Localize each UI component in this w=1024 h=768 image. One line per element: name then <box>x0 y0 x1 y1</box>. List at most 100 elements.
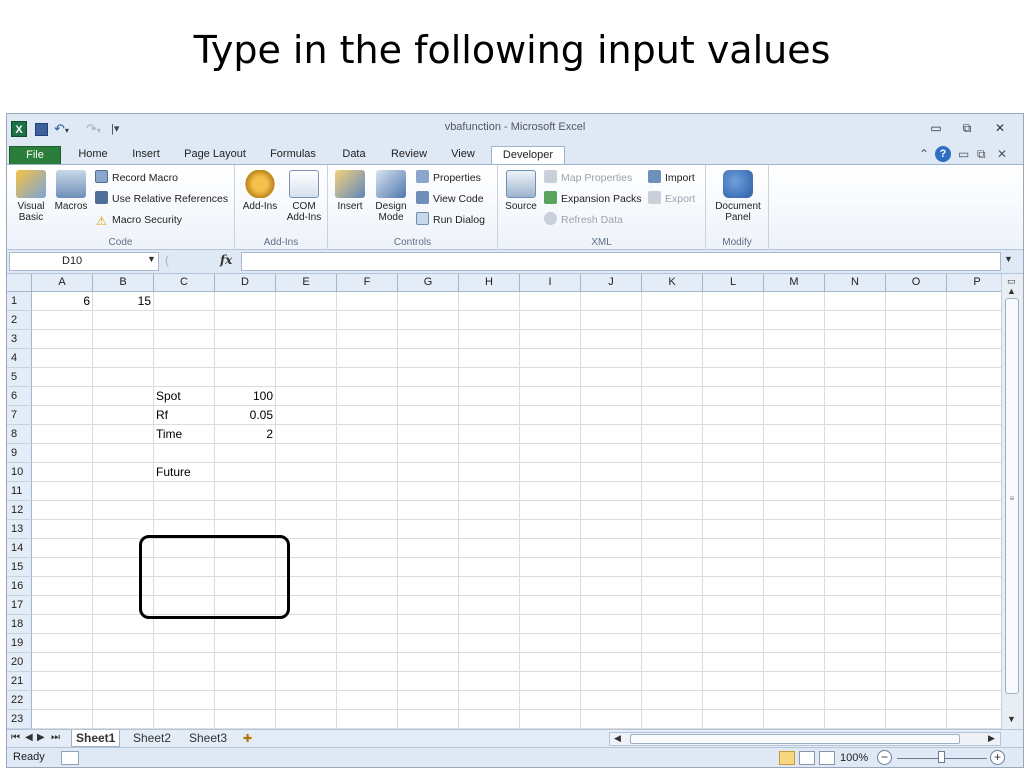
cell-c10[interactable]: Future <box>154 463 215 482</box>
cell-c6[interactable]: Spot <box>154 387 215 406</box>
help-icon[interactable]: ? <box>935 146 951 162</box>
row-header-14[interactable]: 14 <box>7 539 32 558</box>
map-properties-button[interactable]: Map Properties <box>544 169 632 187</box>
column-header-g[interactable]: G <box>398 274 459 292</box>
tab-formulas[interactable]: Formulas <box>265 146 321 164</box>
document-panel-button[interactable]: Document Panel <box>710 170 766 223</box>
column-header-n[interactable]: N <box>825 274 886 292</box>
column-header-k[interactable]: K <box>642 274 703 292</box>
minimize-window-icon[interactable]: ▭ <box>927 121 945 135</box>
cell-d8[interactable]: 2 <box>215 425 276 444</box>
sheet-tab-sheet1[interactable]: Sheet1 <box>71 730 121 747</box>
macro-security-button[interactable]: ⚠ Macro Security <box>95 211 182 229</box>
row-header-3[interactable]: 3 <box>7 330 32 349</box>
relative-references-button[interactable]: Use Relative References <box>95 190 228 208</box>
sheet-tab-sheet3[interactable]: Sheet3 <box>185 730 231 747</box>
expansion-packs-button[interactable]: Expansion Packs <box>544 190 642 208</box>
macro-recording-icon[interactable] <box>61 751 79 765</box>
row-header-15[interactable]: 15 <box>7 558 32 577</box>
prev-sheet-icon[interactable]: ◀ <box>25 732 33 743</box>
restore-window-icon[interactable]: ⧉ <box>958 121 976 136</box>
export-button[interactable]: Export <box>648 190 695 208</box>
doc-restore-icon[interactable]: ⧉ <box>977 147 986 162</box>
column-header-b[interactable]: B <box>93 274 154 292</box>
page-layout-view-icon[interactable] <box>799 751 815 765</box>
expand-formula-bar-icon[interactable]: ▼ <box>1004 254 1013 264</box>
insert-sheet-icon[interactable]: ✚ <box>243 732 252 745</box>
first-sheet-icon[interactable]: ⏮ <box>11 732 20 743</box>
column-header-l[interactable]: L <box>703 274 764 292</box>
minimize-ribbon-icon[interactable]: ⌃ <box>919 147 929 161</box>
cell-d6[interactable]: 100 <box>215 387 276 406</box>
column-header-f[interactable]: F <box>337 274 398 292</box>
scroll-right-icon[interactable]: ▶ <box>988 733 995 744</box>
zoom-in-icon[interactable]: + <box>990 750 1005 765</box>
tab-insert[interactable]: Insert <box>125 146 167 164</box>
row-header-7[interactable]: 7 <box>7 406 32 425</box>
vertical-scroll-thumb[interactable]: ≡ <box>1005 298 1019 694</box>
run-dialog-button[interactable]: Run Dialog <box>416 211 485 229</box>
last-sheet-icon[interactable]: ⏭ <box>51 732 60 743</box>
column-header-i[interactable]: I <box>520 274 581 292</box>
row-header-6[interactable]: 6 <box>7 387 32 406</box>
row-header-8[interactable]: 8 <box>7 425 32 444</box>
zoom-slider-thumb[interactable] <box>938 751 945 763</box>
column-header-a[interactable]: A <box>32 274 93 292</box>
row-header-1[interactable]: 1 <box>7 292 32 311</box>
tab-page-layout[interactable]: Page Layout <box>179 146 251 164</box>
horizontal-scrollbar[interactable]: ◀ ▶ <box>609 732 1001 746</box>
next-sheet-icon[interactable]: ▶ <box>37 732 45 743</box>
row-header-16[interactable]: 16 <box>7 577 32 596</box>
zoom-level[interactable]: 100% <box>840 752 868 764</box>
row-header-2[interactable]: 2 <box>7 311 32 330</box>
horizontal-scroll-thumb[interactable] <box>630 734 960 744</box>
tab-file[interactable]: File <box>9 146 61 164</box>
tab-home[interactable]: Home <box>73 146 113 164</box>
refresh-data-button[interactable]: Refresh Data <box>544 211 623 229</box>
worksheet-grid[interactable]: A B C D E F G H I J K L M N O P 1 2 3 4 5 6 7 8 9 10 11 12 13 14 15 16 1… <box>7 274 1001 729</box>
cell-b1[interactable]: 15 <box>93 292 154 311</box>
page-break-view-icon[interactable] <box>819 751 835 765</box>
row-header-21[interactable]: 21 <box>7 672 32 691</box>
column-header-c[interactable]: C <box>154 274 215 292</box>
visual-basic-button[interactable]: Visual Basic <box>13 170 49 223</box>
column-header-o[interactable]: O <box>886 274 947 292</box>
normal-view-icon[interactable] <box>779 751 795 765</box>
column-header-j[interactable]: J <box>581 274 642 292</box>
design-mode-button[interactable]: Design Mode <box>370 170 412 223</box>
row-header-9[interactable]: 9 <box>7 444 32 463</box>
doc-minimize-icon[interactable]: ▭ <box>958 147 969 161</box>
insert-control-button[interactable]: Insert <box>332 170 368 212</box>
row-header-5[interactable]: 5 <box>7 368 32 387</box>
row-header-12[interactable]: 12 <box>7 501 32 520</box>
vertical-scrollbar[interactable]: ▭ ▲ ≡ ▼ <box>1001 274 1023 729</box>
close-window-icon[interactable]: ✕ <box>991 121 1009 135</box>
column-header-h[interactable]: H <box>459 274 520 292</box>
insert-function-icon[interactable]: fx <box>220 253 232 267</box>
macros-button[interactable]: Macros <box>51 170 91 212</box>
cell-c7[interactable]: Rf <box>154 406 215 425</box>
column-header-d[interactable]: D <box>215 274 276 292</box>
row-header-20[interactable]: 20 <box>7 653 32 672</box>
scroll-left-icon[interactable]: ◀ <box>614 733 621 744</box>
cell-a1[interactable]: 6 <box>32 292 93 311</box>
tab-developer[interactable]: Developer <box>491 146 565 165</box>
name-box[interactable]: D10 <box>9 252 159 271</box>
tab-data[interactable]: Data <box>335 146 373 164</box>
com-addins-button[interactable]: COM Add-Ins <box>283 170 325 223</box>
name-box-dropdown-icon[interactable]: ▼ <box>147 254 156 264</box>
column-header-m[interactable]: M <box>764 274 825 292</box>
tab-review[interactable]: Review <box>385 146 433 164</box>
row-header-22[interactable]: 22 <box>7 691 32 710</box>
column-header-e[interactable]: E <box>276 274 337 292</box>
properties-button[interactable]: Properties <box>416 169 481 187</box>
doc-close-icon[interactable]: ✕ <box>997 147 1007 161</box>
record-macro-button[interactable]: Record Macro <box>95 169 178 187</box>
row-header-4[interactable]: 4 <box>7 349 32 368</box>
scroll-up-icon[interactable]: ▲ <box>1007 286 1016 296</box>
tab-view[interactable]: View <box>445 146 481 164</box>
formula-input[interactable] <box>241 252 1001 271</box>
row-header-19[interactable]: 19 <box>7 634 32 653</box>
sheet-tab-sheet2[interactable]: Sheet2 <box>129 730 175 747</box>
cell-d7[interactable]: 0.05 <box>215 406 276 425</box>
